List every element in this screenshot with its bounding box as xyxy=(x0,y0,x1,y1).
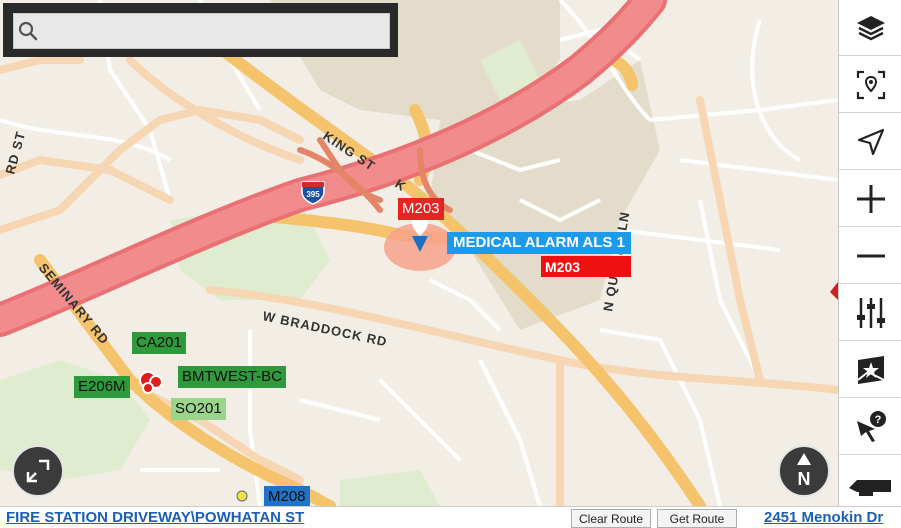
zoom-in-icon xyxy=(856,184,885,213)
search-icon[interactable] xyxy=(18,21,38,41)
compass-label: N xyxy=(798,469,811,489)
interstate-label: 395 xyxy=(306,190,320,199)
locate-area-icon xyxy=(856,70,885,99)
unit-so201[interactable]: SO201 xyxy=(171,398,226,420)
settings-sliders-button[interactable] xyxy=(839,285,901,341)
unit-ca201[interactable]: CA201 xyxy=(132,332,186,354)
search-panel xyxy=(3,3,398,57)
unit-m208[interactable]: M208 xyxy=(264,486,310,506)
fullscreen-button[interactable] xyxy=(12,445,64,497)
map-base-layer: 395 KING ST K W BRADDOCK RD SEMINARY RD … xyxy=(0,0,838,506)
current-location-link[interactable]: FIRE STATION DRIVEWAY\POWHATAN ST xyxy=(6,509,304,526)
locate-area-button[interactable] xyxy=(839,57,901,113)
truck-icon xyxy=(848,480,891,496)
destination-address-link[interactable]: 2451 Menokin Dr xyxy=(764,509,883,526)
help-pointer-button[interactable]: ? xyxy=(839,399,901,455)
layers-button[interactable] xyxy=(839,0,901,56)
unit-bmtwest[interactable]: BMTWEST-BC xyxy=(178,366,286,388)
map-toolbar: ? xyxy=(838,0,901,506)
truck-button[interactable] xyxy=(839,456,901,512)
navigate-icon xyxy=(857,128,884,155)
incident-unit-label[interactable]: M203 xyxy=(398,198,444,220)
get-route-button[interactable]: Get Route xyxy=(657,509,737,528)
expand-icon xyxy=(26,459,50,483)
map-canvas[interactable]: 395 KING ST K W BRADDOCK RD SEMINARY RD … xyxy=(0,0,838,506)
settings-sliders-icon xyxy=(856,297,885,328)
poi-marker[interactable] xyxy=(236,490,248,502)
incident-type-label[interactable]: MEDICAL ALARM ALS 1 xyxy=(447,232,631,254)
status-bar: FIRE STATION DRIVEWAY\POWHATAN ST Clear … xyxy=(0,506,901,528)
navigate-button[interactable] xyxy=(839,114,901,170)
layers-icon xyxy=(856,15,885,40)
compass-button[interactable]: N xyxy=(778,445,830,497)
assigned-unit-label[interactable]: M203 xyxy=(541,256,631,277)
zoom-out-button[interactable] xyxy=(839,228,901,284)
search-input[interactable] xyxy=(13,13,390,49)
svg-text:?: ? xyxy=(874,414,881,426)
map-star-button[interactable] xyxy=(839,342,901,398)
north-arrow-icon: N xyxy=(797,453,811,489)
zoom-in-button[interactable] xyxy=(839,171,901,227)
help-pointer-icon: ? xyxy=(856,410,886,442)
map-app: 395 KING ST K W BRADDOCK RD SEMINARY RD … xyxy=(0,0,901,528)
zoom-out-icon xyxy=(856,254,885,257)
unit-e206m[interactable]: E206M xyxy=(74,376,130,398)
map-star-icon xyxy=(856,355,884,384)
clear-route-button[interactable]: Clear Route xyxy=(571,509,651,528)
